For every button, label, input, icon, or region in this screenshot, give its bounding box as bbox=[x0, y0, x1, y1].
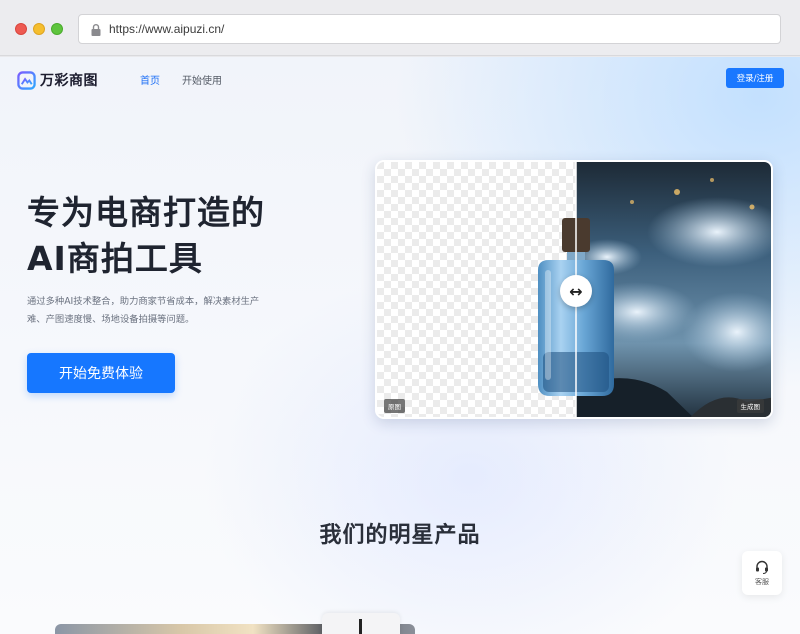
hero-title: 专为电商打造的 AI商拍工具 bbox=[27, 190, 265, 282]
star-products-heading: 我们的明星产品 bbox=[319, 523, 481, 548]
hero-description-line-1: 通过多种AI技术整合，助力商家节省成本，解决素材生产 bbox=[27, 296, 260, 307]
before-after-comparison[interactable]: ↔ 原图 生成图 bbox=[375, 160, 773, 419]
product-card-preview-tab bbox=[322, 613, 400, 634]
nav-get-started[interactable]: 开始使用 bbox=[182, 72, 222, 87]
lock-icon bbox=[91, 24, 101, 36]
original-image-tag: 原图 bbox=[384, 399, 405, 413]
url-text: https://www.aipuzi.cn/ bbox=[109, 22, 225, 36]
login-register-button[interactable]: 登录/注册 bbox=[726, 68, 784, 88]
start-free-trial-button[interactable]: 开始免费体验 bbox=[27, 353, 175, 393]
hero-description-line-2: 难、产图速度慢、场地设备拍摄等问题。 bbox=[27, 314, 195, 325]
hero-title-line-1: 专为电商打造的 bbox=[27, 193, 265, 232]
generated-image-tag: 生成图 bbox=[736, 399, 764, 413]
left-right-arrow-icon[interactable]: ↔ bbox=[560, 275, 592, 307]
address-bar[interactable]: https://www.aipuzi.cn/ bbox=[78, 14, 781, 44]
headset-icon bbox=[756, 560, 768, 575]
close-window-button[interactable] bbox=[15, 23, 27, 35]
hero-description: 通过多种AI技术整合，助力商家节省成本，解决素材生产 难、产图速度慢、场地设备拍… bbox=[27, 293, 317, 329]
logo-icon bbox=[17, 70, 36, 90]
minimize-window-button[interactable] bbox=[33, 23, 45, 35]
web-page: 万彩商图 首页 开始使用 登录/注册 专为电商打造的 AI商拍工具 通过多种AI… bbox=[0, 57, 800, 634]
nav-home[interactable]: 首页 bbox=[140, 72, 160, 87]
browser-toolbar: https://www.aipuzi.cn/ bbox=[0, 0, 800, 56]
customer-service-label: 客服 bbox=[755, 578, 769, 586]
hero-title-line-2: AI商拍工具 bbox=[27, 239, 203, 278]
maximize-window-button[interactable] bbox=[51, 23, 63, 35]
brand-logo[interactable]: 万彩商图 bbox=[17, 69, 98, 91]
customer-service-button[interactable]: 客服 bbox=[742, 551, 782, 595]
brand-name: 万彩商图 bbox=[40, 73, 98, 89]
